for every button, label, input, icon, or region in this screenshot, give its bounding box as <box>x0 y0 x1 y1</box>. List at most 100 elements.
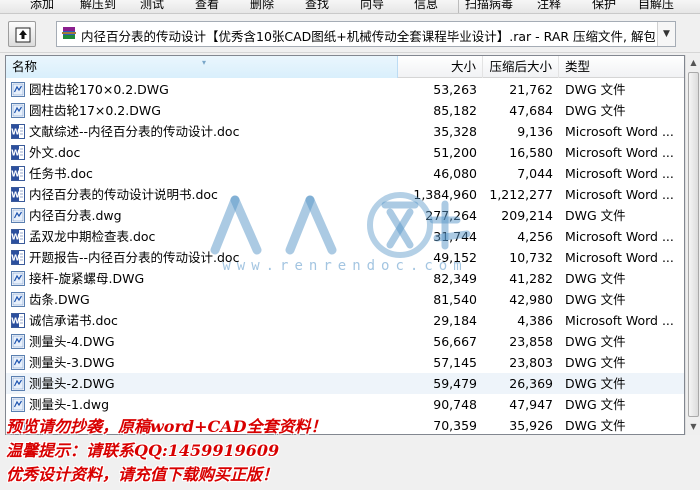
file-type: DWG 文件 <box>565 271 626 286</box>
vertical-scrollbar[interactable]: ▲ ▼ <box>685 55 700 435</box>
column-header-name[interactable]: ▾ 名称 <box>6 56 398 78</box>
path-text: 内径百分表的传动设计【优秀含10张CAD图纸+机械传动全套课程毕业设计】.rar… <box>81 29 655 44</box>
table-row[interactable]: W 任务书.doc 46,080 7,044 Microsoft Word ... <box>6 163 684 184</box>
svg-text:W: W <box>11 233 20 242</box>
table-row[interactable]: 测量头-1.dwg 90,748 47,947 DWG 文件 <box>6 394 684 415</box>
dwg-file-icon <box>11 82 25 97</box>
file-size: 90,748 <box>433 397 477 412</box>
file-size: 85,182 <box>433 103 477 118</box>
file-name: 齿条.DWG <box>29 292 90 307</box>
svg-text:W: W <box>11 317 20 326</box>
file-size: 82,349 <box>433 271 477 286</box>
word-file-icon: W <box>11 313 25 328</box>
table-row[interactable]: 齿条.DWG 81,540 42,980 DWG 文件 <box>6 289 684 310</box>
toolbar: 添加 解压到 测试 查看 删除 查找 向导 信息 扫描病毒 注释 保护 自解压 <box>0 0 700 14</box>
file-packed-size: 9,136 <box>517 124 553 139</box>
file-name: 诚信承诺书.doc <box>29 313 118 328</box>
table-row[interactable]: W 文献综述--内径百分表的传动设计.doc 35,328 9,136 Microsof… <box>6 121 684 142</box>
info-button[interactable]: 信息 <box>414 0 438 11</box>
table-row[interactable]: W 诚信承诺书.doc 29,184 4,386 Microsoft Word ... <box>6 310 684 331</box>
scroll-up-icon[interactable]: ▲ <box>687 55 700 71</box>
dwg-file-icon <box>11 271 25 286</box>
file-packed-size: 4,256 <box>517 229 553 244</box>
file-type: Microsoft Word ... <box>565 187 674 202</box>
dwg-file-icon <box>11 292 25 307</box>
file-packed-size: 1,212,277 <box>489 187 553 202</box>
file-packed-size: 35,926 <box>509 418 553 433</box>
file-type: DWG 文件 <box>565 418 626 433</box>
path-field[interactable]: 内径百分表的传动设计【优秀含10张CAD图纸+机械传动全套课程毕业设计】.rar… <box>56 21 676 47</box>
table-row[interactable]: 圆柱齿轮170×0.2.DWG 53,263 21,762 DWG 文件 <box>6 79 684 100</box>
test-button[interactable]: 测试 <box>140 0 164 11</box>
svg-text:W: W <box>11 191 20 200</box>
file-type: Microsoft Word ... <box>565 229 674 244</box>
dwg-file-icon <box>11 208 25 223</box>
file-type: DWG 文件 <box>565 376 626 391</box>
list-header: ▾ 名称 大小 压缩后大小 类型 <box>6 56 684 78</box>
scroll-thumb[interactable] <box>688 72 699 417</box>
file-name: 测量头-4.DWG <box>29 334 115 349</box>
column-header-size[interactable]: 大小 <box>398 56 483 78</box>
wizard-button[interactable]: 向导 <box>360 0 384 11</box>
table-row[interactable]: 测量头-3.DWG 57,145 23,803 DWG 文件 <box>6 352 684 373</box>
file-size: 29,184 <box>433 313 477 328</box>
extract-to-button[interactable]: 解压到 <box>80 0 116 11</box>
file-size: 51,200 <box>433 145 477 160</box>
up-folder-button[interactable] <box>8 21 36 47</box>
file-packed-size: 10,732 <box>509 250 553 265</box>
column-header-name-label: 名称 <box>12 59 38 74</box>
file-size: 35,328 <box>433 124 477 139</box>
file-name: 任务书.doc <box>29 166 93 181</box>
file-list: ▾ 名称 大小 压缩后大小 类型 圆柱齿轮170×0.2.DWG 53,263 21… <box>5 55 685 435</box>
toolbar-separator <box>458 0 459 13</box>
table-row[interactable]: W 内径百分表的传动设计说明书.doc 1,384,960 1,212,277 Micr… <box>6 184 684 205</box>
chevron-down-icon[interactable]: ▼ <box>657 22 675 46</box>
add-button[interactable]: 添加 <box>30 0 54 11</box>
table-row[interactable]: 内径百分表.dwg 277,264 209,214 DWG 文件 <box>6 205 684 226</box>
column-header-type[interactable]: 类型 <box>559 56 684 78</box>
virus-scan-button[interactable]: 扫描病毒 <box>465 0 513 11</box>
protect-button[interactable]: 保护 <box>592 0 616 11</box>
table-row[interactable]: 测量头-2.DWG 59,479 26,369 DWG 文件 <box>6 373 684 394</box>
file-size: 46,080 <box>433 166 477 181</box>
scroll-down-icon[interactable]: ▼ <box>687 419 700 435</box>
file-size: 56,667 <box>433 334 477 349</box>
overlay-line-1: 预览请勿抄袭，原稿word+CAD全套资料！ <box>6 417 327 436</box>
file-packed-size: 16,580 <box>509 145 553 160</box>
file-packed-size: 21,762 <box>509 82 553 97</box>
file-size: 49,152 <box>433 250 477 265</box>
delete-button[interactable]: 删除 <box>250 0 274 11</box>
table-row[interactable]: 接杆-旋紧螺母.DWG 82,349 41,282 DWG 文件 <box>6 268 684 289</box>
file-name: 接杆-旋紧螺母.DWG <box>29 271 145 286</box>
sfx-button[interactable]: 自解压 <box>638 0 674 11</box>
table-row[interactable]: W 外文.doc 51,200 16,580 Microsoft Word ... <box>6 142 684 163</box>
table-row[interactable]: 测量头-4.DWG 56,667 23,858 DWG 文件 <box>6 331 684 352</box>
file-packed-size: 209,214 <box>501 208 553 223</box>
find-button[interactable]: 查找 <box>305 0 329 11</box>
file-type: Microsoft Word ... <box>565 124 674 139</box>
file-size: 31,744 <box>433 229 477 244</box>
file-name: 外文.doc <box>29 145 81 160</box>
overlay-line-3: 优秀设计资料，请充值下载购买正版！ <box>6 465 279 484</box>
column-header-packed[interactable]: 压缩后大小 <box>483 56 559 78</box>
file-type: DWG 文件 <box>565 355 626 370</box>
address-bar: 内径百分表的传动设计【优秀含10张CAD图纸+机械传动全套课程毕业设计】.rar… <box>0 15 700 53</box>
word-file-icon: W <box>11 187 25 202</box>
table-row[interactable]: W 开题报告--内径百分表的传动设计.doc 49,152 10,732 Microso… <box>6 247 684 268</box>
file-packed-size: 4,386 <box>517 313 553 328</box>
comment-button[interactable]: 注释 <box>537 0 561 11</box>
file-size: 1,384,960 <box>413 187 477 202</box>
file-name: 文献综述--内径百分表的传动设计.doc <box>29 124 240 139</box>
file-type: DWG 文件 <box>565 397 626 412</box>
view-button[interactable]: 查看 <box>195 0 219 11</box>
up-arrow-icon <box>15 27 31 43</box>
table-row[interactable]: W 孟双龙中期检查表.doc 31,744 4,256 Microsoft Word .… <box>6 226 684 247</box>
file-name: 圆柱齿轮170×0.2.DWG <box>29 82 169 97</box>
table-row[interactable]: 圆柱齿轮17×0.2.DWG 85,182 47,684 DWG 文件 <box>6 100 684 121</box>
file-type: Microsoft Word ... <box>565 145 674 160</box>
svg-text:W: W <box>11 128 20 137</box>
word-file-icon: W <box>11 124 25 139</box>
word-file-icon: W <box>11 166 25 181</box>
word-file-icon: W <box>11 229 25 244</box>
dwg-file-icon <box>11 397 25 412</box>
